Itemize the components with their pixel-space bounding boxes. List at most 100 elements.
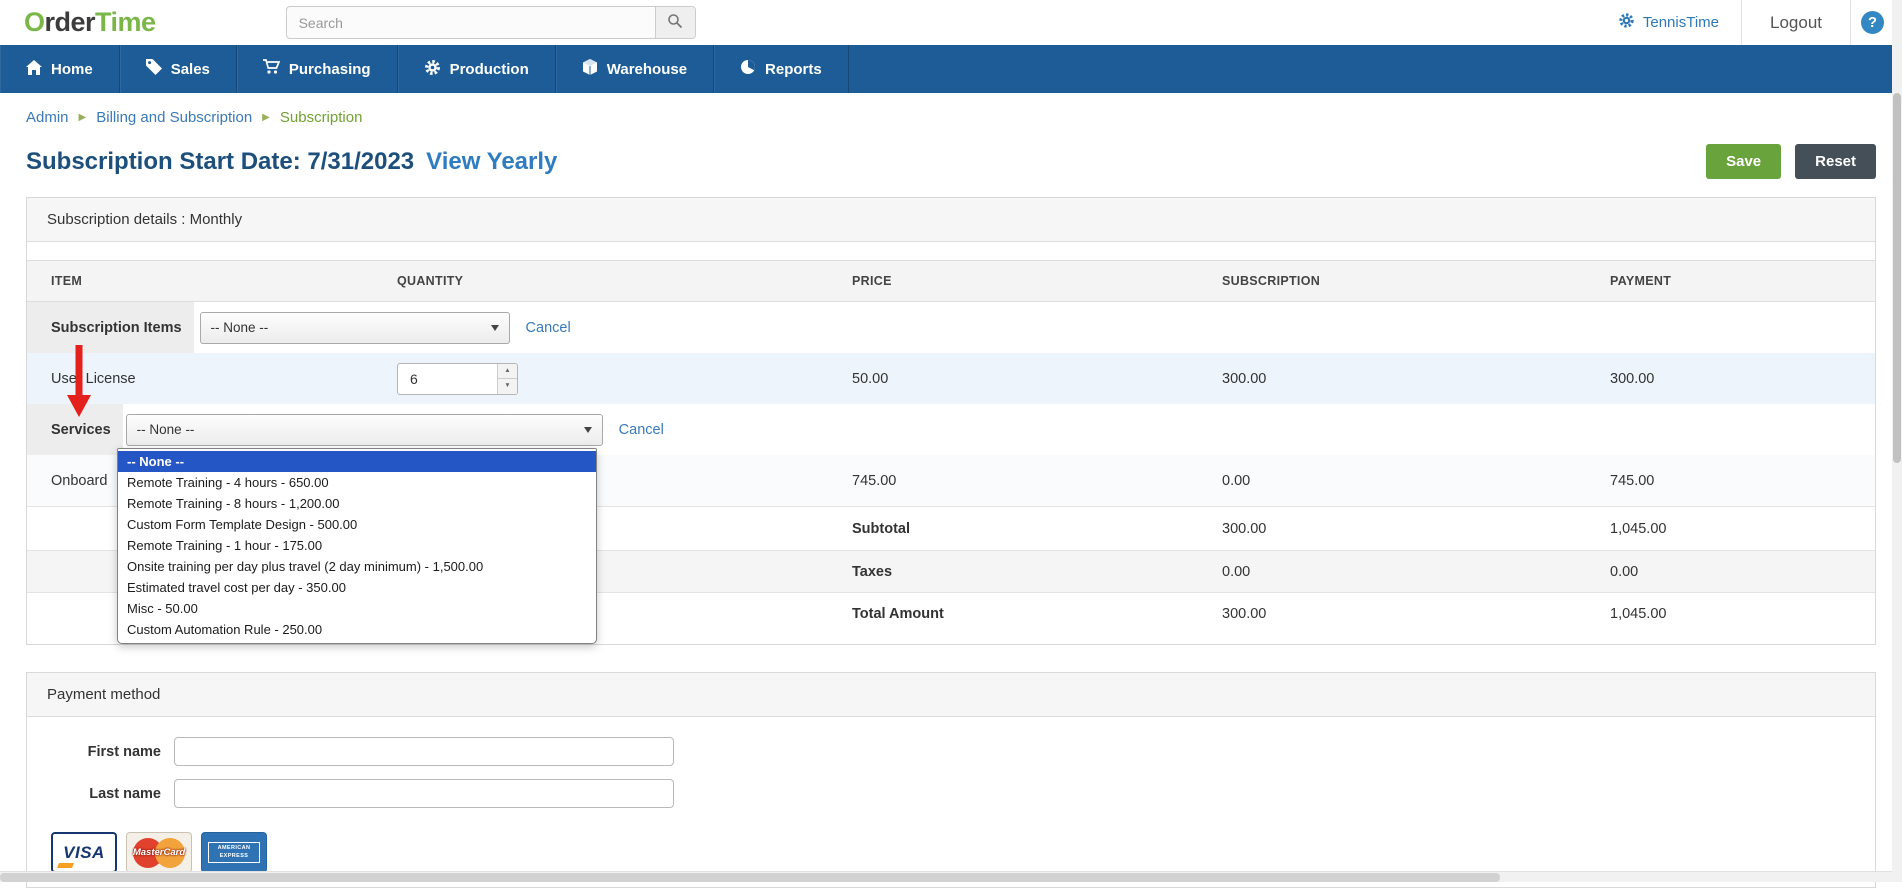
search-input[interactable]	[286, 7, 655, 38]
services-row: Services -- None -- Cancel -- None -- Re…	[27, 404, 1875, 644]
nav-label: Warehouse	[606, 60, 688, 78]
last-name-row: Last name	[51, 779, 1875, 808]
column-header-quantity: QUANTITY	[397, 274, 464, 288]
subscription-items-row: Subscription Items -- None -- Cancel	[27, 302, 1875, 353]
subtotal-subscription: 300.00	[1222, 520, 1267, 537]
first-name-row: First name	[51, 737, 1875, 766]
main-navigation: Home Sales Purchasing Production Warehou…	[0, 45, 1902, 93]
payment-method-body: First name Last name VISA MasterCard AME…	[27, 717, 1875, 887]
dropdown-option[interactable]: Custom Automation Rule - 250.00	[118, 619, 596, 640]
subscription-details-panel: Subscription details : Monthly ITEM QUAN…	[26, 197, 1876, 645]
nav-item-reports[interactable]: Reports	[714, 45, 849, 93]
tag-icon	[145, 59, 162, 79]
total-amount-payment: 1,045.00	[1610, 605, 1667, 622]
nav-item-sales[interactable]: Sales	[120, 45, 237, 93]
user-license-price: 50.00	[852, 370, 889, 387]
quantity-input[interactable]	[398, 363, 497, 394]
user-license-subscription: 300.00	[1222, 370, 1267, 387]
chevron-right-icon: ▶	[78, 112, 87, 123]
gears-icon	[424, 59, 441, 80]
quantity-stepper: ▲ ▼	[397, 362, 518, 395]
top-right-menu: TennisTime Logout ?	[1596, 0, 1902, 45]
payment-method-panel-title: Payment method	[27, 673, 1875, 717]
account-menu[interactable]: TennisTime	[1596, 12, 1741, 33]
dropdown-option[interactable]: Remote Training - 4 hours - 650.00	[118, 472, 596, 493]
page-title: Subscription Start Date: 7/31/2023	[26, 147, 415, 175]
column-header-subscription: SUBSCRIPTION	[1222, 274, 1321, 288]
first-name-field[interactable]	[174, 737, 674, 766]
account-name: TennisTime	[1642, 14, 1719, 31]
breadcrumb-billing-and-subscription[interactable]: Billing and Subscription	[96, 109, 252, 126]
nav-item-home[interactable]: Home	[0, 45, 120, 93]
nav-item-production[interactable]: Production	[398, 45, 556, 93]
logo-letter-o: O	[24, 7, 45, 37]
dropdown-option[interactable]: Remote Training - 8 hours - 1,200.00	[118, 493, 596, 514]
first-name-label: First name	[87, 743, 161, 760]
horizontal-scrollbar[interactable]	[0, 871, 1902, 882]
dropdown-option[interactable]: Remote Training - 1 hour - 175.00	[118, 535, 596, 556]
mastercard-card-icon: MasterCard	[126, 832, 192, 873]
onboarding-price: 745.00	[852, 472, 897, 489]
services-select[interactable]: -- None --	[125, 413, 603, 446]
dropdown-option[interactable]: Custom Form Template Design - 500.00	[118, 514, 596, 535]
taxes-label: Taxes	[852, 563, 893, 580]
vertical-scrollbar-thumb[interactable]	[1893, 93, 1901, 463]
breadcrumb-admin[interactable]: Admin	[26, 109, 69, 126]
stepper-buttons: ▲ ▼	[497, 363, 517, 394]
column-header-item: ITEM	[51, 274, 83, 288]
last-name-field[interactable]	[174, 779, 674, 808]
chevron-right-icon: ▶	[262, 112, 270, 123]
nav-label: Home	[51, 60, 93, 78]
accepted-cards: VISA MasterCard AMERICAN EXPRESS	[51, 832, 1875, 873]
nav-label: Production	[449, 60, 529, 78]
logout-button[interactable]: Logout	[1742, 13, 1850, 33]
table-header-row: ITEM QUANTITY PRICE SUBSCRIPTION PAYMENT	[27, 260, 1875, 302]
subtotal-payment: 1,045.00	[1610, 520, 1667, 537]
reset-button[interactable]: Reset	[1795, 144, 1876, 179]
user-license-payment: 300.00	[1610, 370, 1655, 387]
horizontal-scrollbar-thumb[interactable]	[0, 873, 1500, 882]
taxes-subscription: 0.00	[1222, 563, 1251, 580]
subscription-items-cancel-link[interactable]: Cancel	[526, 320, 571, 336]
stepper-down-button[interactable]: ▼	[498, 379, 517, 394]
services-label: Services	[27, 404, 123, 455]
help-icon: ?	[1861, 11, 1884, 34]
save-button[interactable]: Save	[1706, 144, 1782, 179]
total-amount-subscription: 300.00	[1222, 605, 1267, 622]
dropdown-option-none[interactable]: -- None --	[118, 451, 596, 472]
view-yearly-link[interactable]: View Yearly	[426, 148, 557, 176]
services-cancel-link[interactable]: Cancel	[619, 422, 664, 438]
breadcrumb-subscription-current: Subscription	[279, 109, 363, 126]
search-icon	[667, 13, 683, 32]
user-license-label: User License	[51, 370, 136, 387]
dropdown-option[interactable]: Misc - 50.00	[118, 598, 596, 619]
cart-icon	[262, 59, 281, 79]
pie-chart-icon	[740, 59, 756, 79]
nav-item-purchasing[interactable]: Purchasing	[237, 45, 398, 93]
logo-order-text: rder	[44, 7, 96, 37]
subscription-items-select[interactable]: -- None --	[199, 311, 510, 344]
visa-card-icon: VISA	[51, 832, 117, 873]
search-button[interactable]	[654, 7, 695, 38]
vertical-scrollbar[interactable]	[1892, 0, 1902, 882]
subscription-details-body: ITEM QUANTITY PRICE SUBSCRIPTION PAYMENT…	[27, 242, 1875, 644]
chevron-down-icon	[583, 426, 592, 433]
nav-label: Purchasing	[288, 60, 371, 78]
nav-label: Reports	[765, 60, 822, 78]
dropdown-option[interactable]: Onsite training per day plus travel (2 d…	[118, 556, 596, 577]
subscription-items-label: Subscription Items	[27, 302, 194, 353]
dropdown-option[interactable]: Estimated travel cost per day - 350.00	[118, 577, 596, 598]
ordertime-logo[interactable]: OrderTime	[24, 7, 156, 38]
onboarding-subscription: 0.00	[1222, 472, 1251, 489]
services-dropdown-list: -- None -- Remote Training - 4 hours - 6…	[117, 448, 597, 644]
nav-item-warehouse[interactable]: Warehouse	[556, 45, 715, 93]
amex-card-icon: AMERICAN EXPRESS	[201, 832, 267, 873]
stepper-up-button[interactable]: ▲	[498, 363, 517, 379]
gear-icon	[1618, 12, 1635, 33]
taxes-payment: 0.00	[1610, 563, 1639, 580]
column-header-payment: PAYMENT	[1610, 274, 1672, 288]
subscription-items-select-value: -- None --	[210, 320, 269, 335]
last-name-label: Last name	[89, 785, 161, 802]
chevron-down-icon	[490, 324, 499, 331]
logo-time-text: Time	[95, 7, 156, 37]
